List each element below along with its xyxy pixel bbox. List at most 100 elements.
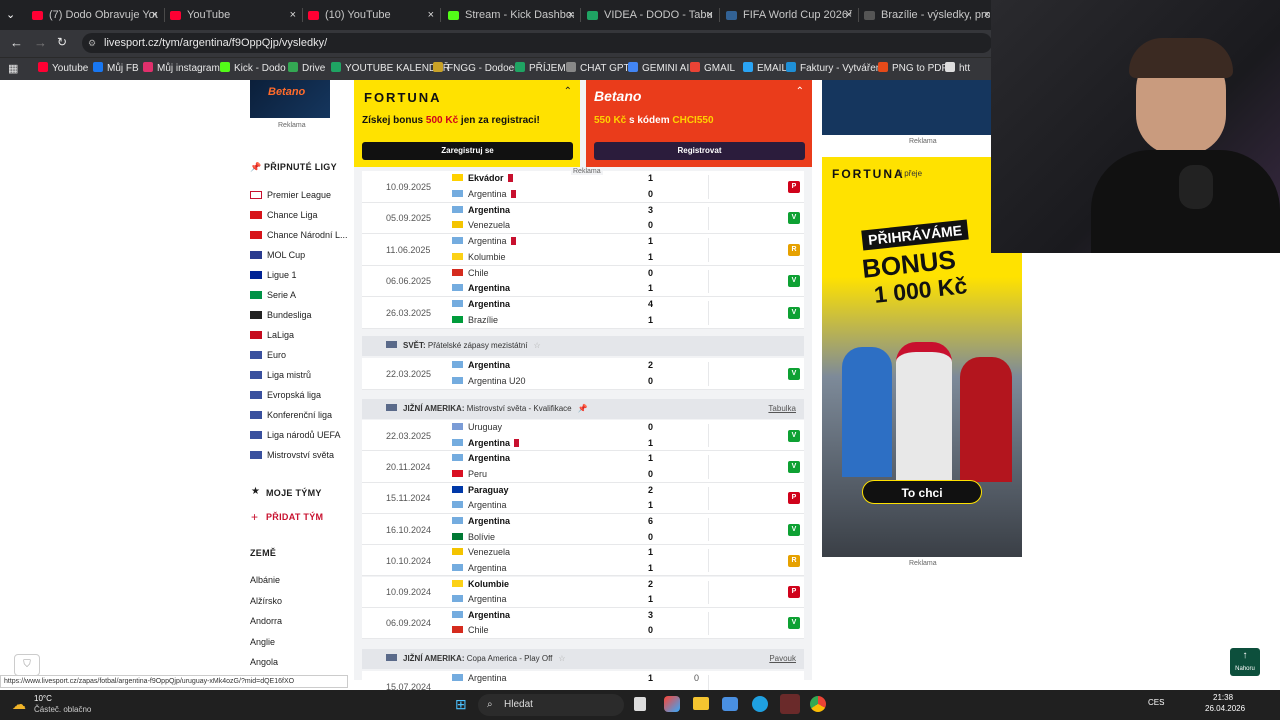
- language-indicator[interactable]: CES: [1148, 698, 1164, 707]
- sidebar-league-item[interactable]: Bundesliga: [250, 308, 312, 322]
- close-icon[interactable]: ×: [428, 4, 434, 26]
- bookmark-item[interactable]: EMAIL: [743, 58, 787, 80]
- bookmark-item[interactable]: PNG to PDF: [878, 58, 948, 80]
- close-icon[interactable]: ×: [290, 4, 296, 26]
- taskbar-search[interactable]: ⌕ Hledat: [478, 694, 624, 716]
- sidebar-league-item[interactable]: Chance Národní L...: [250, 228, 348, 242]
- sidebar-country-item[interactable]: Andorra: [250, 616, 282, 626]
- store-icon[interactable]: [722, 697, 738, 711]
- browser-tab[interactable]: (10) YouTube ×: [306, 4, 434, 26]
- edge-icon[interactable]: [752, 696, 768, 712]
- claim-bonus-button[interactable]: To chci: [862, 480, 982, 504]
- sidebar-country-item[interactable]: Alžírsko: [250, 596, 282, 606]
- pin-icon[interactable]: 📌: [578, 404, 588, 413]
- bookmark-item[interactable]: GEMINI AI: [628, 58, 689, 80]
- sidebar-league-item[interactable]: Euro: [250, 348, 286, 362]
- bookmark-item[interactable]: Faktury - Vytváření: [786, 58, 884, 80]
- sidebar-country-item[interactable]: Angola: [250, 657, 278, 667]
- windows-start-icon[interactable]: ⊞: [455, 696, 467, 713]
- match-row[interactable]: 05.09.2025 Argentina Venezuela 3 0 V: [362, 202, 804, 234]
- league-link[interactable]: Tabulka: [768, 399, 796, 419]
- betano-top-ad[interactable]: Betano ⌃ 550 Kč s kódem CHCI550 Registro…: [586, 80, 812, 167]
- collapse-icon[interactable]: ⌃: [796, 86, 804, 97]
- scroll-top-button[interactable]: ↑ Nahoru: [1230, 648, 1260, 676]
- close-icon[interactable]: ×: [152, 4, 158, 26]
- close-icon[interactable]: ×: [707, 4, 713, 26]
- sidebar-ad[interactable]: Betano: [250, 80, 330, 118]
- bookmark-item[interactable]: FNGG - Dodoeu: [433, 58, 520, 80]
- sidebar-country-item[interactable]: Albánie: [250, 575, 280, 585]
- close-icon[interactable]: ×: [568, 4, 574, 26]
- shield-icon[interactable]: ⛉: [14, 654, 40, 676]
- bookmark-item[interactable]: CHAT GPT: [566, 58, 630, 80]
- fortuna-register-button[interactable]: Zaregistruj se: [362, 142, 573, 160]
- collapse-icon[interactable]: ⌃: [564, 86, 572, 97]
- bookmark-item[interactable]: PŘÍJEM: [515, 58, 566, 80]
- clock-date[interactable]: 26.04.2026: [1205, 704, 1245, 713]
- bookmark-item[interactable]: Můj instagram: [143, 58, 220, 80]
- browser-tab[interactable]: Stream - Kick Dashboard×: [446, 4, 574, 26]
- pin-icon[interactable]: ☆: [534, 341, 541, 350]
- task-view-icon[interactable]: [634, 697, 646, 711]
- bookmark-item[interactable]: Drive: [288, 58, 325, 80]
- chrome-icon[interactable]: [810, 696, 826, 712]
- league-link[interactable]: Pavouk: [769, 649, 796, 669]
- apps-icon[interactable]: ▦: [8, 58, 18, 80]
- site-info-icon[interactable]: ⚙: [88, 33, 96, 53]
- browser-tab[interactable]: YouTube ×: [168, 4, 296, 26]
- sidebar-league-item[interactable]: Liga mistrů: [250, 368, 311, 382]
- add-team-link[interactable]: PŘIDAT TÝM: [266, 512, 323, 522]
- close-icon[interactable]: ×: [984, 4, 990, 26]
- browser-tab[interactable]: VIDEA - DODO - Tabulky×: [585, 4, 713, 26]
- match-row[interactable]: 22.03.2025 Argentina Argentina U20 2 0 V: [362, 358, 804, 390]
- address-input[interactable]: ⚙ livesport.cz/tym/argentina/f9OppQjp/vy…: [82, 33, 992, 53]
- sidebar-league-item[interactable]: Evropská liga: [250, 388, 321, 402]
- match-row[interactable]: 20.11.2024 Argentina Peru 1 0 V: [362, 451, 804, 483]
- bookmark-item[interactable]: Můj FB: [93, 58, 139, 80]
- bookmark-item[interactable]: GMAIL: [690, 58, 735, 80]
- reload-icon[interactable]: ↻: [57, 35, 67, 49]
- tab-search-button[interactable]: ⌄: [6, 4, 24, 26]
- sidebar-league-item[interactable]: LaLiga: [250, 328, 294, 342]
- bookmark-item[interactable]: Youtube: [38, 58, 88, 80]
- match-row[interactable]: 22.03.2025 Uruguay Argentina 0 1 V: [362, 420, 804, 452]
- match-row[interactable]: 06.06.2025 Chile Argentina 0 1 V: [362, 265, 804, 297]
- match-row[interactable]: 10.09.2024 Kolumbie Argentina 2 1 P: [362, 576, 804, 608]
- clock-time[interactable]: 21:38: [1213, 693, 1233, 702]
- league-header[interactable]: JIŽNÍ AMERIKA: Copa America - Play Off ☆ P…: [362, 649, 804, 669]
- sidebar-league-item[interactable]: Premier League: [250, 188, 331, 202]
- match-row[interactable]: 10.09.2025 Ekvádor Argentina 1 0 P: [362, 171, 804, 203]
- league-header[interactable]: JIŽNÍ AMERIKA: Mistrovství světa - Kvali…: [362, 399, 804, 419]
- match-row[interactable]: 15.11.2024 Paraguay Argentina 2 1 P: [362, 482, 804, 514]
- app-icon[interactable]: [780, 694, 800, 714]
- pin-icon[interactable]: ☆: [558, 654, 565, 663]
- match-row[interactable]: 06.09.2024 Argentina Chile 3 0 V: [362, 607, 804, 640]
- sidebar-league-item[interactable]: Liga národů UEFA: [250, 428, 341, 442]
- sidebar-league-item[interactable]: Serie A: [250, 288, 296, 302]
- league-header[interactable]: SVĚT: Přátelské zápasy mezistátní ☆: [362, 336, 804, 356]
- browser-tab[interactable]: Brazílie - výsledky, progr.×: [862, 4, 990, 26]
- bookmark-item[interactable]: htt: [945, 58, 970, 80]
- match-row[interactable]: 11.06.2025 Argentina Kolumbie 1 1 R: [362, 234, 804, 266]
- match-row[interactable]: 26.03.2025 Argentina Brazílie 4 1 V: [362, 297, 804, 329]
- sidebar-league-item[interactable]: Ligue 1: [250, 268, 297, 282]
- match-row[interactable]: 10.10.2024 Venezuela Argentina 1 1 R: [362, 545, 804, 577]
- back-icon[interactable]: ←: [10, 35, 23, 50]
- sidebar-country-item[interactable]: Anglie: [250, 637, 275, 647]
- copilot-icon[interactable]: [664, 696, 680, 712]
- plus-icon[interactable]: +: [251, 510, 258, 524]
- fortuna-top-ad[interactable]: FORTUNA ⌃ Získej bonus 500 Kč jen za reg…: [354, 80, 580, 167]
- sidebar-league-item[interactable]: Konferenční liga: [250, 408, 332, 422]
- browser-tab[interactable]: FIFA World Cup 2026™ Bi×: [724, 4, 852, 26]
- bookmark-item[interactable]: Kick - Dodo: [220, 58, 286, 80]
- browser-tab[interactable]: (7) Dodo Obravuje YouTub×: [30, 4, 158, 26]
- close-icon[interactable]: ×: [846, 4, 852, 26]
- file-explorer-icon[interactable]: [693, 697, 709, 710]
- betano-register-button[interactable]: Registrovat: [594, 142, 805, 160]
- sidebar-league-item[interactable]: Mistrovství světa: [250, 448, 334, 462]
- sidebar-league-item[interactable]: Chance Liga: [250, 208, 318, 222]
- forward-icon[interactable]: →: [34, 35, 47, 50]
- sidebar-league-item[interactable]: MOL Cup: [250, 248, 305, 262]
- right-top-ad[interactable]: [822, 80, 992, 135]
- match-row[interactable]: 16.10.2024 Argentina Bolívie 6 0 V: [362, 513, 804, 546]
